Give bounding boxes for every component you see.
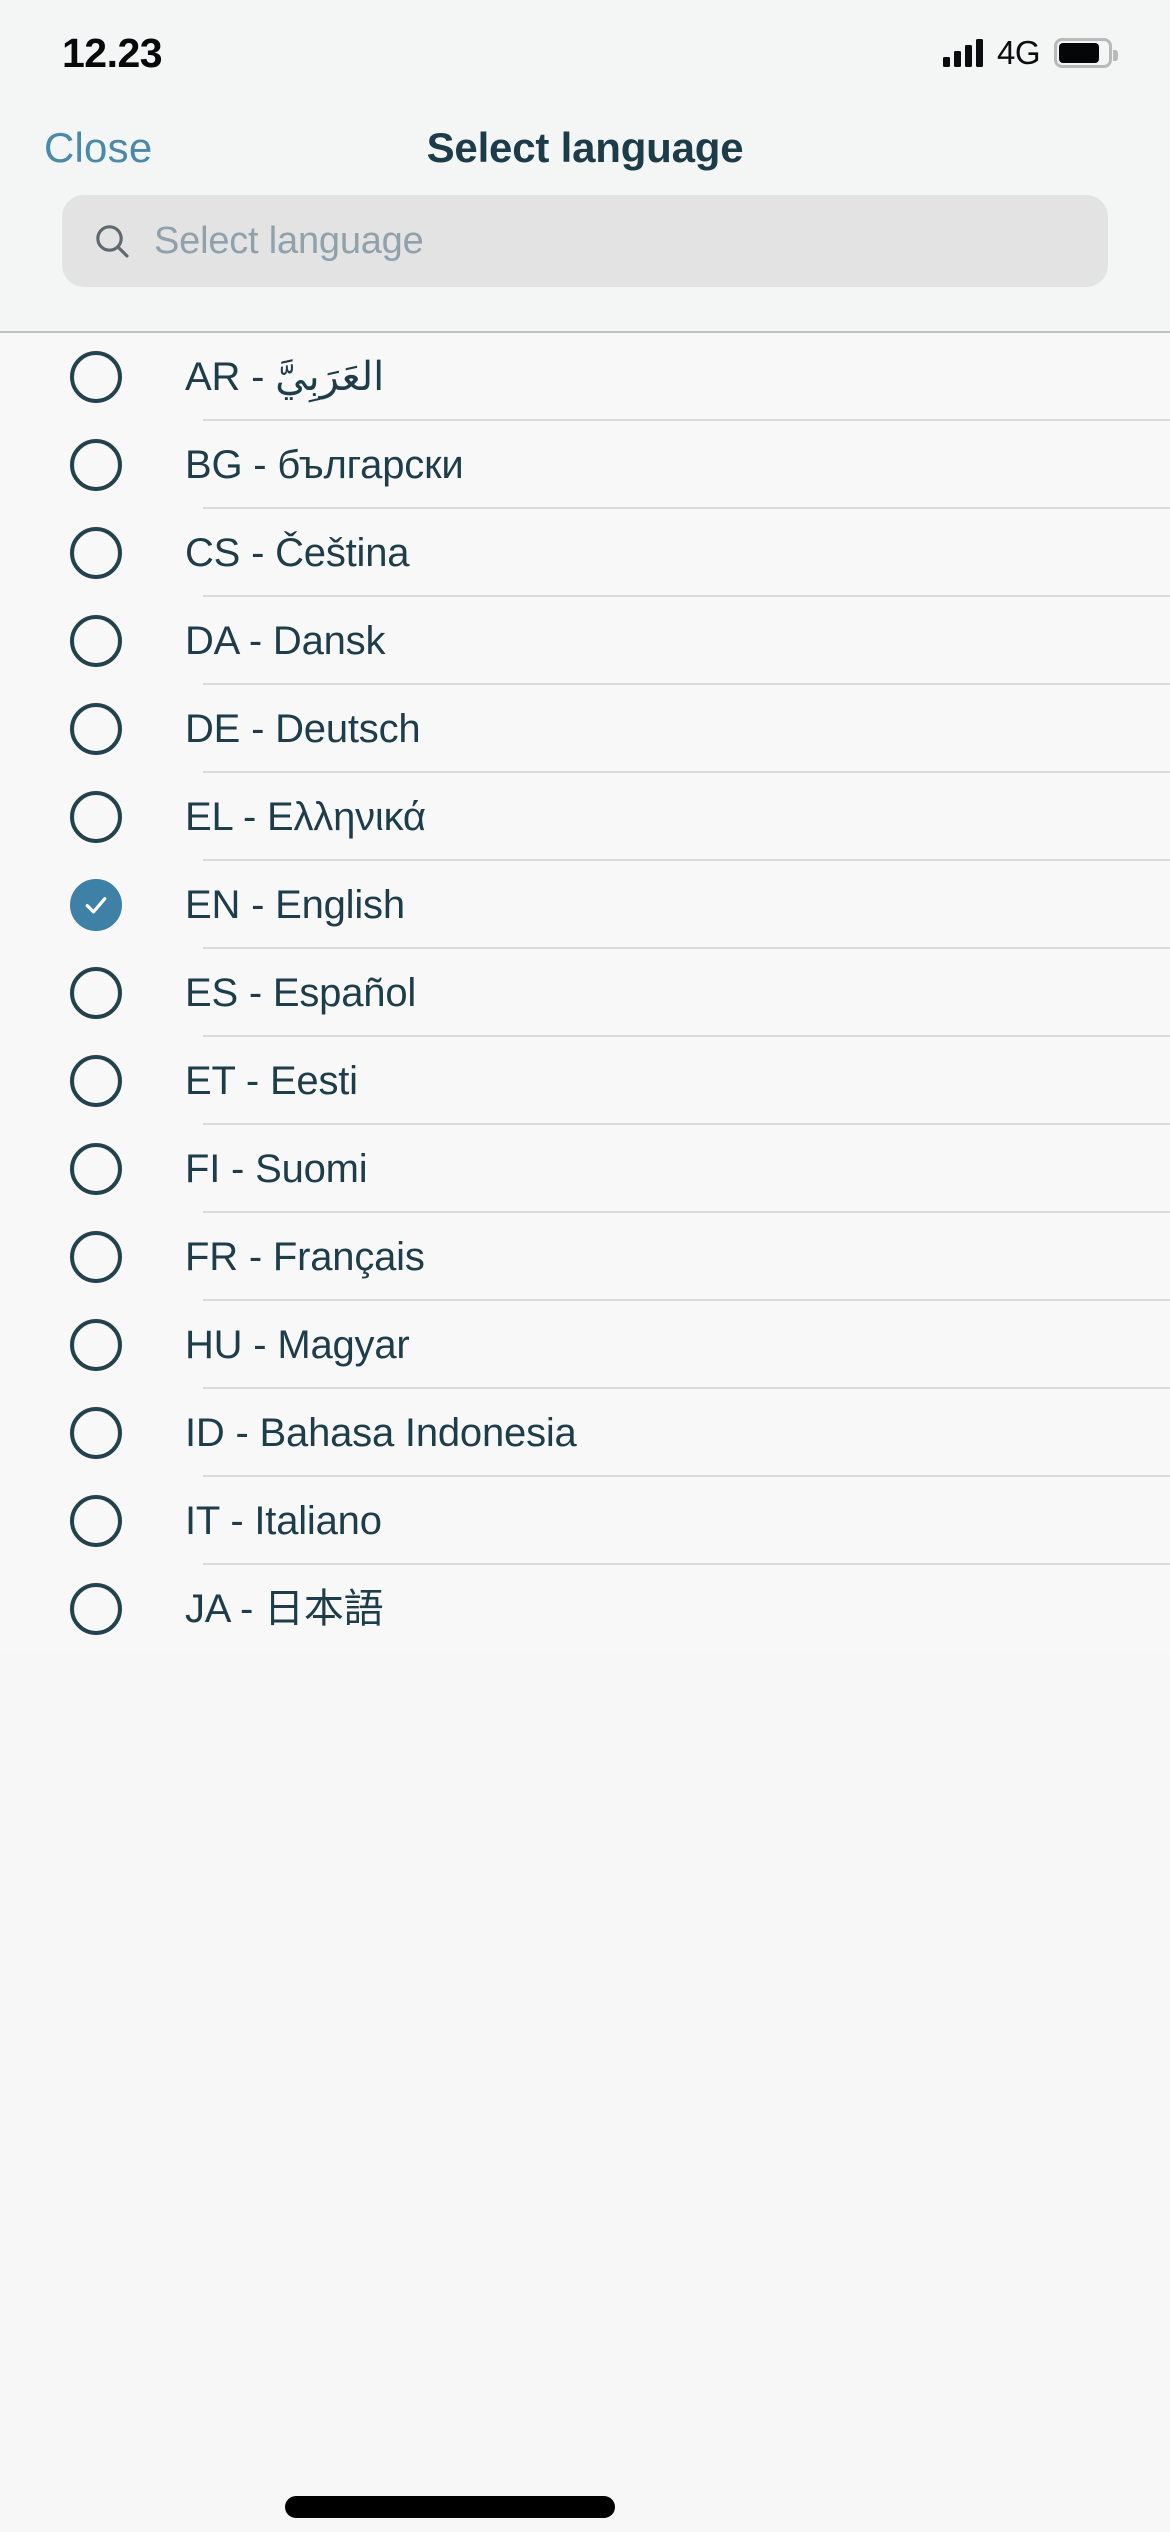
- language-label: EL - Ελληνικά: [185, 795, 426, 839]
- search-icon: [96, 225, 129, 258]
- language-row-ja[interactable]: JA - 日本語: [0, 1565, 1170, 1653]
- radio-unchecked-icon[interactable]: [70, 791, 122, 843]
- radio-unchecked-icon[interactable]: [70, 615, 122, 667]
- language-row-el[interactable]: EL - Ελληνικά: [0, 773, 1170, 861]
- language-label: DE - Deutsch: [185, 707, 421, 751]
- signal-bars-icon: [942, 39, 983, 67]
- language-label: ID - Bahasa Indonesia: [185, 1411, 577, 1455]
- radio-unchecked-icon[interactable]: [70, 967, 122, 1019]
- language-label: EN - English: [185, 883, 405, 927]
- radio-unchecked-icon[interactable]: [70, 439, 122, 491]
- language-label: FR - Français: [185, 1235, 425, 1279]
- search-input[interactable]: [154, 219, 1078, 263]
- language-label: BG - български: [185, 443, 464, 487]
- radio-unchecked-icon[interactable]: [70, 703, 122, 755]
- page-title: Select language: [426, 123, 744, 171]
- language-row-ar[interactable]: AR - العَرَبِيَّ: [0, 333, 1170, 421]
- radio-unchecked-icon[interactable]: [70, 351, 122, 403]
- language-label: IT - Italiano: [185, 1499, 382, 1543]
- radio-unchecked-icon[interactable]: [70, 527, 122, 579]
- status-bar-clock: 12.23: [62, 29, 163, 76]
- status-bar: 12.23 4G: [0, 0, 1170, 100]
- home-indicator-bar[interactable]: [285, 2496, 615, 2518]
- language-label: ES - Español: [185, 971, 417, 1015]
- language-row-et[interactable]: ET - Eesti: [0, 1037, 1170, 1125]
- language-row-cs[interactable]: CS - Čeština: [0, 509, 1170, 597]
- language-label: JA - 日本語: [185, 1587, 384, 1631]
- radio-unchecked-icon[interactable]: [70, 1495, 122, 1547]
- language-label: FI - Suomi: [185, 1147, 368, 1191]
- radio-checked-icon[interactable]: [70, 879, 122, 931]
- radio-unchecked-icon[interactable]: [70, 1319, 122, 1371]
- language-label: ET - Eesti: [185, 1059, 358, 1103]
- radio-unchecked-icon[interactable]: [70, 1055, 122, 1107]
- radio-unchecked-icon[interactable]: [70, 1407, 122, 1459]
- search-field[interactable]: [62, 195, 1108, 287]
- radio-unchecked-icon[interactable]: [70, 1583, 122, 1635]
- radio-unchecked-icon[interactable]: [70, 1231, 122, 1283]
- language-row-fi[interactable]: FI - Suomi: [0, 1125, 1170, 1213]
- language-row-es[interactable]: ES - Español: [0, 949, 1170, 1037]
- phone-screen: 12.23 4G Close Select language AR - العَ…: [0, 0, 1170, 2532]
- language-row-fr[interactable]: FR - Français: [0, 1213, 1170, 1301]
- language-label: HU - Magyar: [185, 1323, 410, 1367]
- language-row-da[interactable]: DA - Dansk: [0, 597, 1170, 685]
- language-row-bg[interactable]: BG - български: [0, 421, 1170, 509]
- radio-unchecked-icon[interactable]: [70, 1143, 122, 1195]
- status-bar-indicators: 4G: [942, 28, 1118, 72]
- close-button[interactable]: Close: [38, 120, 158, 176]
- network-type-label: 4G: [996, 34, 1041, 71]
- search-section: [0, 195, 1170, 331]
- language-row-it[interactable]: IT - Italiano: [0, 1477, 1170, 1565]
- language-label: DA - Dansk: [185, 619, 386, 663]
- language-list: AR - العَرَبِيَّ BG - български CS - Češti…: [0, 333, 1170, 1653]
- navigation-bar: Close Select language: [0, 100, 1170, 195]
- language-row-en[interactable]: EN - English: [0, 861, 1170, 949]
- language-row-de[interactable]: DE - Deutsch: [0, 685, 1170, 773]
- language-label: CS - Čeština: [185, 531, 410, 575]
- language-row-hu[interactable]: HU - Magyar: [0, 1301, 1170, 1389]
- language-label: AR - العَرَبِيَّ: [185, 355, 385, 399]
- battery-icon: [1054, 38, 1118, 68]
- language-row-id[interactable]: ID - Bahasa Indonesia: [0, 1389, 1170, 1477]
